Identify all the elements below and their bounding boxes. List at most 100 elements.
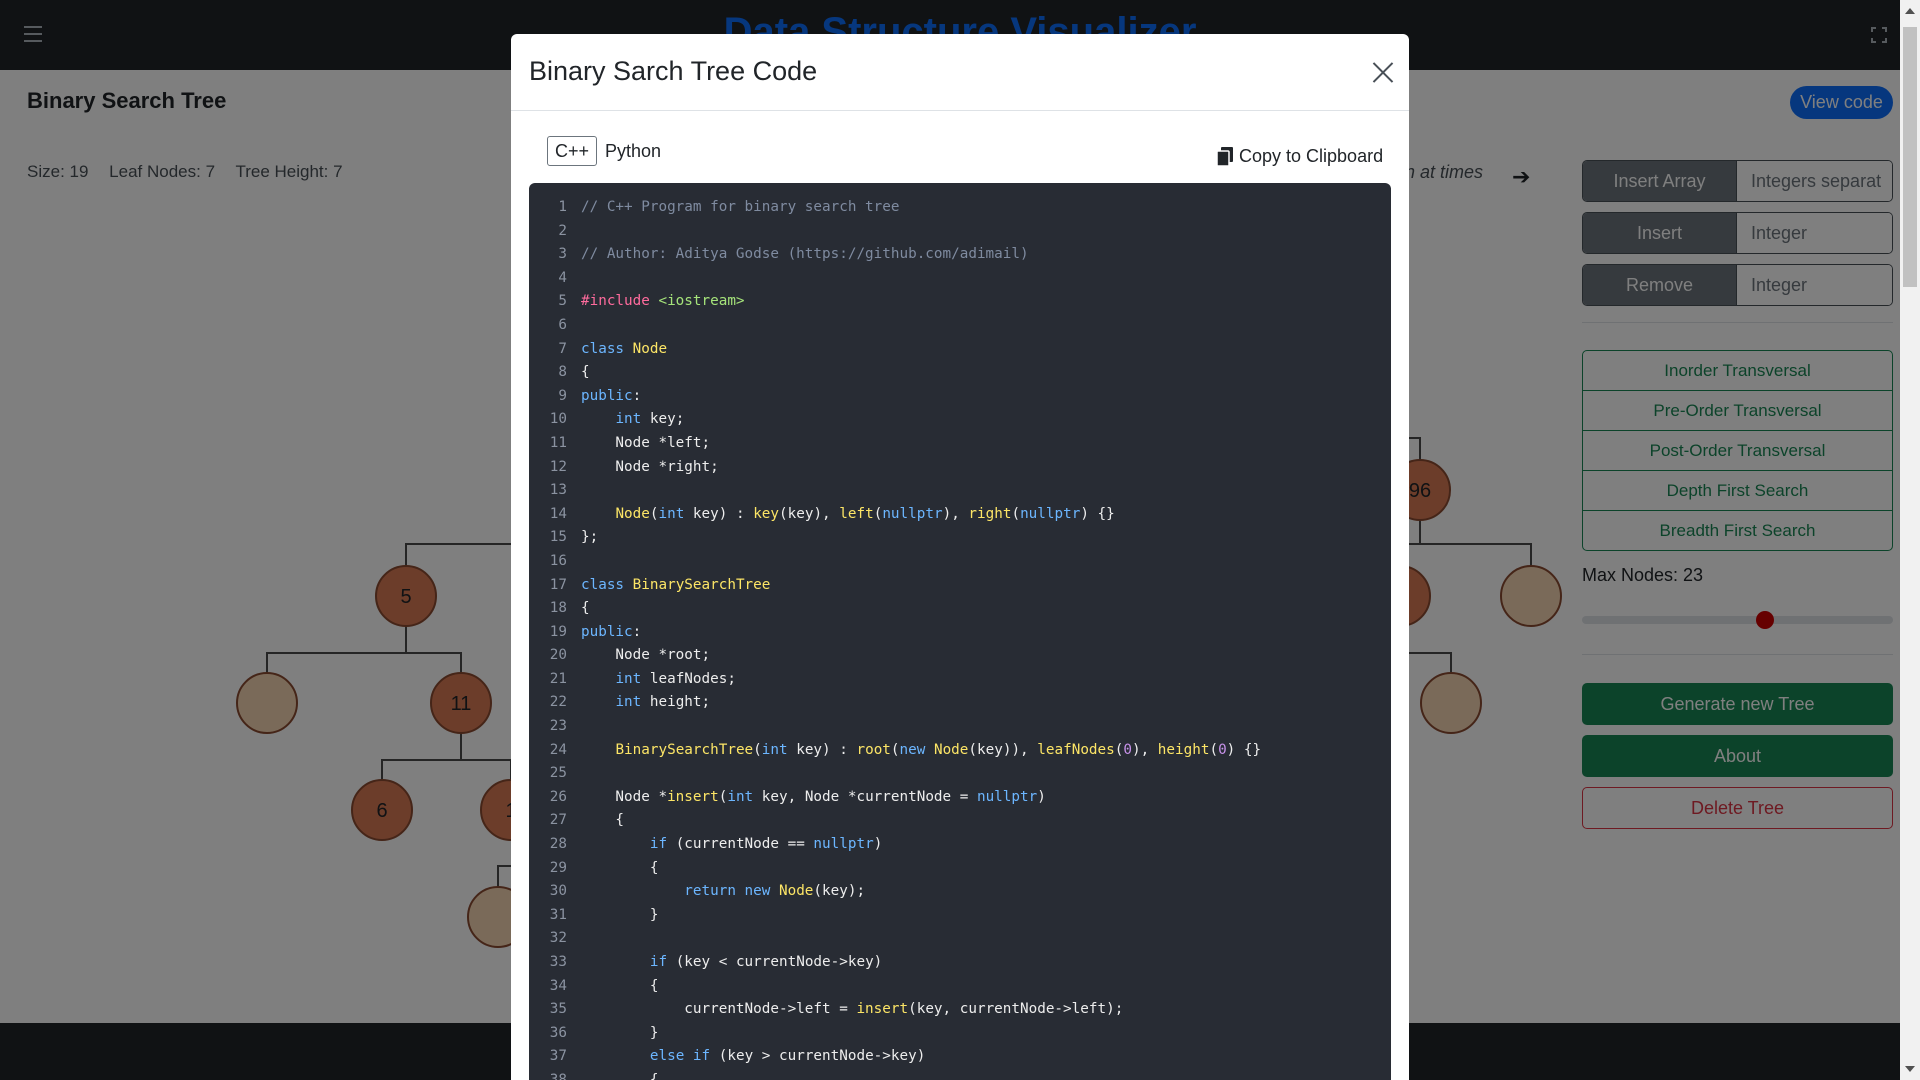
line-number: 20 <box>549 647 567 664</box>
code-line: 21 int leafNodes; <box>529 668 1391 692</box>
line-number: 22 <box>549 694 567 711</box>
line-number: 19 <box>549 623 567 640</box>
code-block[interactable]: 1// C++ Program for binary search tree 2 3… <box>529 183 1391 1080</box>
code-text: class BinarySearchTree <box>581 576 771 593</box>
code-text: int leafNodes; <box>615 670 736 687</box>
scroll-down-icon[interactable] <box>1905 1066 1915 1072</box>
code-line: 4 <box>529 267 1391 291</box>
copy-label: Copy to Clipboard <box>1239 146 1384 166</box>
code-line: 5 #include <iostream> <box>529 290 1391 314</box>
code-line: 6 <box>529 314 1391 338</box>
code-line: 12 Node *right; <box>529 456 1391 480</box>
line-number: 18 <box>549 600 567 617</box>
code-line: 13 <box>529 479 1391 503</box>
code-text: { <box>581 1071 659 1080</box>
line-number: 36 <box>549 1024 567 1041</box>
line-number: 5 <box>558 293 567 310</box>
line-number: 2 <box>558 222 567 239</box>
line-number: 9 <box>558 387 567 404</box>
code-line: 35 currentNode->left = insert(key, curre… <box>529 998 1391 1022</box>
line-number: 21 <box>549 670 567 687</box>
code-line: 15}; <box>529 526 1391 550</box>
line-number: 10 <box>549 411 567 428</box>
line-number: 32 <box>549 930 567 947</box>
code-text: return new Node(key); <box>684 883 866 900</box>
code-line: 36 } <box>529 1022 1391 1046</box>
code-line: 17 class BinarySearchTree <box>529 574 1391 598</box>
code-text: Node *right; <box>581 458 719 475</box>
code-text: #include <iostream> <box>581 293 745 310</box>
code-line: 7 class Node <box>529 338 1391 362</box>
code-text: Node(int key) : key(key), left(nullptr),… <box>615 505 1115 522</box>
code-line: 33 if (key < currentNode->key) <box>529 951 1391 975</box>
code-line: 30 return new Node(key); <box>529 880 1391 904</box>
scroll-up-icon[interactable] <box>1905 8 1915 14</box>
line-number: 13 <box>549 482 567 499</box>
line-number: 24 <box>549 741 567 758</box>
close-icon[interactable] <box>1372 61 1394 83</box>
code-text: { <box>581 859 659 876</box>
line-number: 23 <box>549 718 567 735</box>
line-number: 11 <box>549 434 567 451</box>
code-line: 23 <box>529 715 1391 739</box>
code-text: class Node <box>581 340 668 357</box>
tab-python[interactable]: Python <box>597 136 669 166</box>
code-text: public: <box>581 623 642 640</box>
line-number: 12 <box>549 458 567 475</box>
code-modal: Binary Sarch Tree Code C++ Python Copy t… <box>511 34 1409 1080</box>
code-line: 20 Node *root; <box>529 644 1391 668</box>
code-line: 38 { <box>529 1069 1391 1080</box>
code-line: 27 { <box>529 809 1391 833</box>
code-line: 28 if (currentNode == nullptr) <box>529 833 1391 857</box>
code-text: Node *root; <box>581 647 711 664</box>
modal-header: Binary Sarch Tree Code <box>511 34 1409 111</box>
line-number: 29 <box>549 859 567 876</box>
line-number: 27 <box>549 812 567 829</box>
line-number: 14 <box>549 505 567 522</box>
code-text: else if (key > currentNode->key) <box>649 1048 926 1065</box>
line-number: 35 <box>549 1001 567 1018</box>
code-text: Node *insert(int key, Node *currentNode … <box>581 788 1046 805</box>
line-number: 34 <box>549 977 567 994</box>
code-text: currentNode->left = insert(key, currentN… <box>581 1001 1124 1018</box>
code-line: 32 <box>529 927 1391 951</box>
code-text: { <box>581 977 659 994</box>
code-text: int height; <box>615 694 711 711</box>
line-number: 28 <box>549 836 567 853</box>
line-number: 6 <box>558 316 567 333</box>
code-line: 25 <box>529 762 1391 786</box>
code-line: 2 <box>529 220 1391 244</box>
code-text: } <box>581 1024 659 1041</box>
code-line: 1 // C++ Program for binary search tree <box>529 196 1391 220</box>
line-number: 7 <box>558 340 567 357</box>
code-line: 34 { <box>529 975 1391 999</box>
code-text: { <box>581 812 625 829</box>
line-number: 16 <box>549 552 567 569</box>
line-number: 26 <box>549 788 567 805</box>
line-number: 3 <box>558 246 567 263</box>
code-text: } <box>581 906 659 923</box>
line-number: 30 <box>549 883 567 900</box>
copy-to-clipboard-button[interactable]: Copy to Clipboard <box>1217 146 1383 167</box>
code-line: 37 else if (key > currentNode->key) <box>529 1045 1391 1069</box>
page-scrollbar[interactable] <box>1900 0 1920 1080</box>
line-number: 37 <box>549 1048 567 1065</box>
line-number: 33 <box>549 954 567 970</box>
code-line: 22 int height; <box>529 691 1391 715</box>
line-number: 31 <box>549 906 567 923</box>
code-text: { <box>581 600 590 617</box>
code-text: // C++ Program for binary search tree <box>581 199 900 215</box>
code-line: 31 } <box>529 904 1391 928</box>
tab-cpp[interactable]: C++ <box>547 136 598 166</box>
code-text: public: <box>581 387 642 404</box>
code-text: if (key < currentNode->key) <box>649 954 883 970</box>
code-line: 29 { <box>529 857 1391 881</box>
scroll-thumb[interactable] <box>1903 27 1917 287</box>
code-line: 16 <box>529 550 1391 574</box>
code-text: Node *left; <box>581 434 711 451</box>
code-line: 10 int key; <box>529 408 1391 432</box>
code-line: 11 Node *left; <box>529 432 1391 456</box>
code-line: 24 BinarySearchTree(int key) : root(new … <box>529 739 1391 763</box>
line-number: 38 <box>549 1071 567 1080</box>
line-number: 4 <box>558 269 567 286</box>
